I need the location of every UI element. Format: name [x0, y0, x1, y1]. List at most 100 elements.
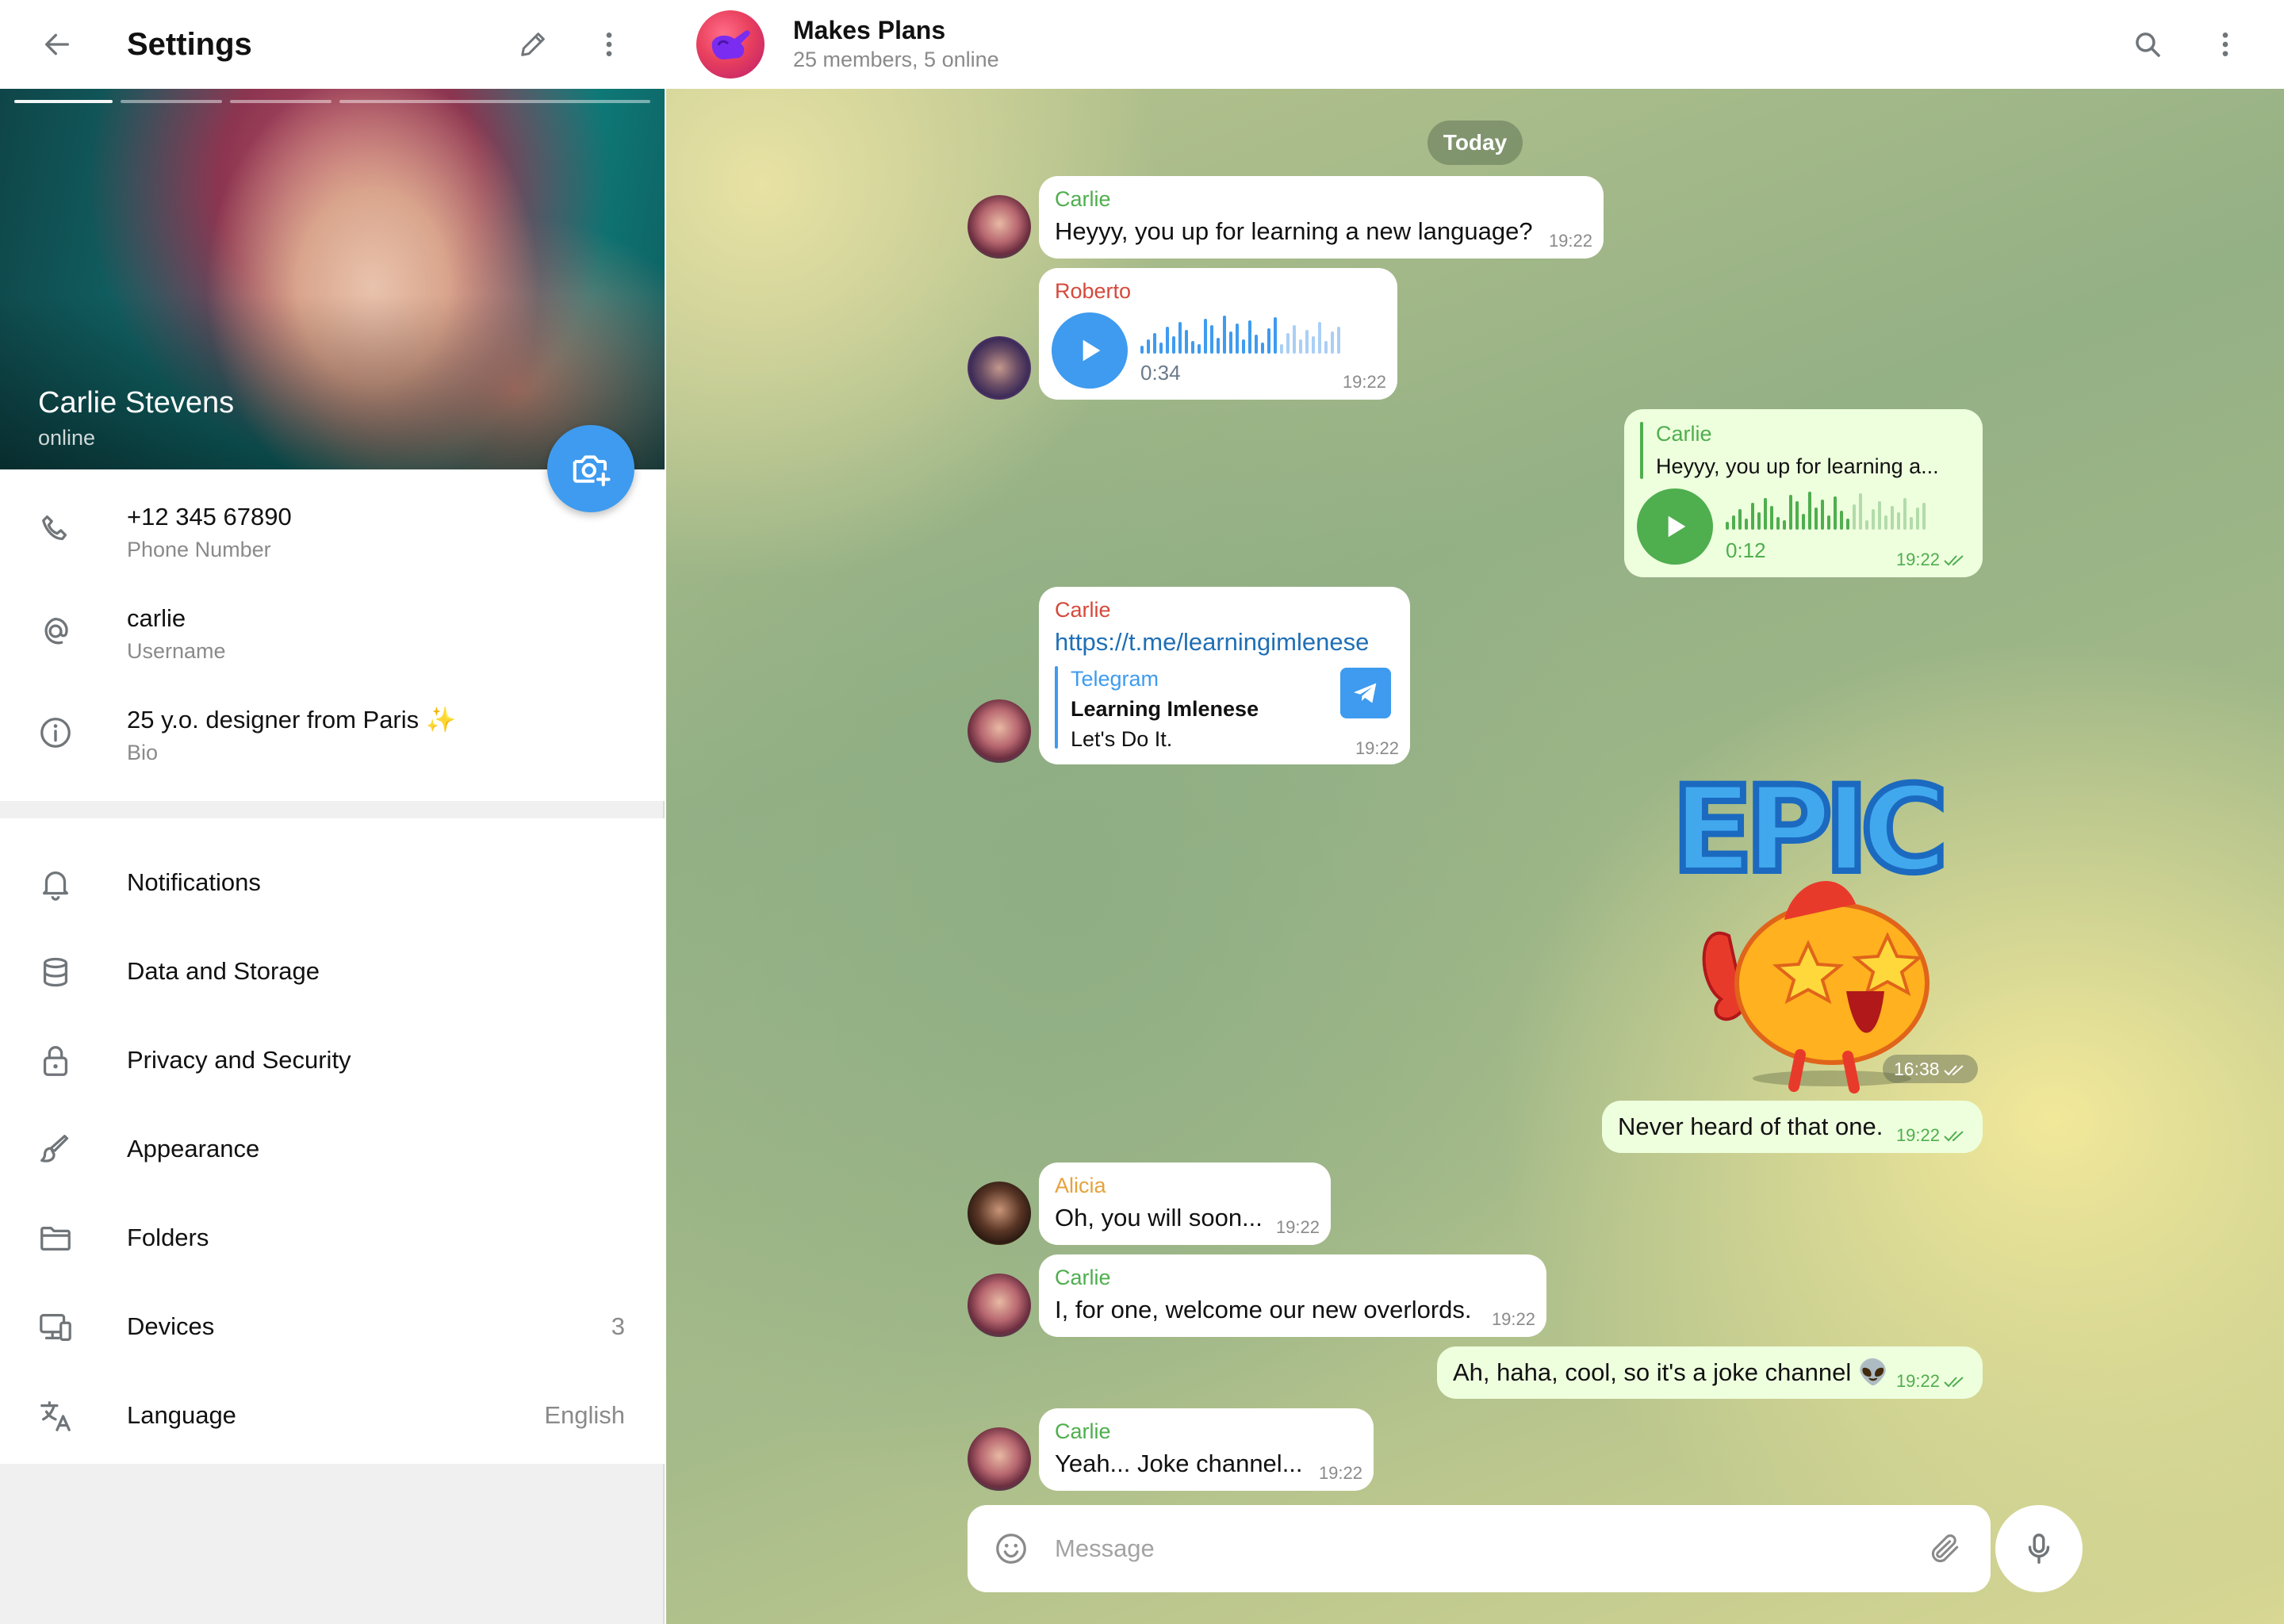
play-button[interactable]: [1052, 312, 1128, 389]
emoji-icon[interactable]: [990, 1527, 1033, 1570]
avatar[interactable]: [968, 1427, 1031, 1491]
waveform-bar: [1732, 515, 1735, 530]
avatar[interactable]: [968, 1182, 1031, 1245]
link-message-bubble[interactable]: Carlie https://t.me/learningimlenese Tel…: [1039, 587, 1410, 764]
search-icon[interactable]: [2124, 21, 2171, 68]
waveform-bar: [1198, 344, 1201, 354]
outgoing-message-bubble[interactable]: Ah, haha, cool, so it's a joke channel 👽…: [1437, 1346, 1983, 1399]
play-button[interactable]: [1637, 488, 1713, 565]
menu-item-folders[interactable]: Folders: [0, 1194, 665, 1283]
waveform-bar: [1834, 496, 1837, 530]
menu-item-language[interactable]: Language English: [0, 1372, 665, 1461]
waveform-bar: [1802, 514, 1805, 530]
group-avatar[interactable]: [696, 10, 765, 79]
bio-row[interactable]: 25 y.o. designer from Paris ✨ Bio: [0, 688, 665, 783]
message-text: Ah, haha, cool, so it's a joke channel 👽: [1453, 1358, 1889, 1386]
avatar[interactable]: [968, 195, 1031, 259]
language-value: English: [544, 1401, 625, 1429]
message-bubble[interactable]: Carlie Yeah... Joke channel... 19:22: [1039, 1408, 1374, 1491]
waveform-bar: [1745, 519, 1748, 530]
waveform-bar: [1324, 341, 1328, 354]
read-check-icon: [1944, 555, 1964, 566]
more-vertical-icon[interactable]: [2202, 21, 2249, 68]
message-text: I, for one, welcome our new overlords.: [1055, 1296, 1472, 1323]
message-time: 19:22: [1275, 1217, 1320, 1237]
lock-icon: [32, 1037, 79, 1085]
message-bubble[interactable]: Carlie Heyyy, you up for learning a new …: [1039, 176, 1604, 259]
waveform-bar: [1293, 325, 1296, 354]
preview-title: Learning Imlenese: [1071, 697, 1259, 721]
voice-waveform[interactable]: [1140, 316, 1340, 354]
waveform-bar: [1255, 335, 1258, 354]
message-time-text: 19:22: [1895, 1371, 1940, 1391]
set-photo-button[interactable]: [547, 425, 634, 512]
message-composer: [968, 1505, 1991, 1592]
waveform-bar: [1751, 503, 1754, 530]
waveform-bar: [1229, 331, 1232, 354]
play-icon: [1668, 515, 1686, 538]
menu-item-devices[interactable]: Devices 3: [0, 1283, 665, 1372]
attach-icon[interactable]: [1924, 1527, 1967, 1570]
back-arrow-icon[interactable]: [33, 21, 81, 68]
message-bubble[interactable]: Carlie I, for one, welcome our new overl…: [1039, 1254, 1546, 1337]
waveform-bar: [1286, 333, 1290, 354]
sticker-time-text: 16:38: [1894, 1059, 1940, 1079]
waveform-bar: [1337, 327, 1340, 354]
chat-header[interactable]: Makes Plans 25 members, 5 online: [666, 0, 2284, 89]
menu-label: Devices: [127, 1312, 215, 1340]
profile-name: Carlie Stevens: [38, 386, 235, 419]
record-voice-button[interactable]: [1995, 1505, 2083, 1592]
more-vertical-icon[interactable]: [585, 21, 633, 68]
waveform-bar: [1299, 339, 1302, 354]
waveform-bar: [1764, 498, 1767, 530]
settings-title: Settings: [127, 27, 252, 62]
message-time: 19:22: [1896, 549, 1967, 571]
waveform-bar: [1878, 501, 1881, 530]
waveform-bar: [1248, 320, 1251, 354]
avatar[interactable]: [968, 1274, 1031, 1337]
menu-item-data-storage[interactable]: Data and Storage: [0, 928, 665, 1017]
menu-item-appearance[interactable]: Appearance: [0, 1105, 665, 1194]
read-check-icon: [1943, 1065, 1964, 1076]
message-input[interactable]: [1055, 1530, 1887, 1567]
reply-preview[interactable]: Heyyy, you up for learning a...: [1656, 450, 1939, 482]
waveform-bar: [1217, 338, 1220, 354]
voice-message-bubble[interactable]: Roberto 0:34 19:22: [1039, 268, 1397, 400]
message-link[interactable]: https://t.me/learningimlenese: [1055, 626, 1369, 658]
voice-duration: 0:12: [1726, 538, 1766, 562]
edit-pencil-icon[interactable]: [509, 21, 557, 68]
waveform-bar: [1884, 515, 1887, 530]
camera-add-icon: [573, 455, 611, 487]
message-time: 19:22: [1491, 1309, 1535, 1329]
voice-duration: 0:34: [1140, 361, 1181, 385]
waveform-bar: [1738, 509, 1742, 530]
date-divider: Today: [1428, 121, 1523, 165]
voice-waveform[interactable]: [1726, 492, 1926, 530]
avatar[interactable]: [968, 699, 1031, 763]
waveform-bar: [1789, 495, 1792, 530]
waveform-bar: [1815, 508, 1818, 530]
settings-menu: Notifications Data and Storage Privacy a…: [0, 818, 665, 1464]
group-title: Makes Plans: [793, 16, 946, 44]
outgoing-message-bubble[interactable]: Never heard of that one. 19:22: [1602, 1101, 1983, 1153]
sender-name: Carlie: [1055, 1419, 1111, 1443]
username-row[interactable]: carlie Username: [0, 587, 665, 682]
waveform-bar: [1242, 339, 1245, 354]
sticker[interactable]: EPIC: [1665, 761, 1998, 1094]
message-bubble[interactable]: Alicia Oh, you will soon... 19:22: [1039, 1162, 1331, 1245]
avatar[interactable]: [968, 336, 1031, 400]
menu-label: Language: [127, 1401, 236, 1429]
waveform-bar: [1872, 509, 1875, 530]
outgoing-voice-bubble[interactable]: Carlie Heyyy, you up for learning a... 0…: [1624, 409, 1983, 577]
message-time: 19:22: [1355, 738, 1399, 758]
waveform-bar: [1783, 520, 1786, 530]
menu-item-privacy-security[interactable]: Privacy and Security: [0, 1017, 665, 1105]
reply-sender[interactable]: Carlie: [1656, 420, 1712, 447]
waveform-bar: [1261, 343, 1264, 354]
telegram-logo-icon: [1340, 668, 1391, 718]
waveform-bar: [1859, 493, 1862, 530]
message-text: Oh, you will soon...: [1055, 1204, 1263, 1231]
message-time: 19:22: [1342, 372, 1386, 392]
menu-item-notifications[interactable]: Notifications: [0, 839, 665, 928]
waveform-bar: [1178, 322, 1182, 354]
